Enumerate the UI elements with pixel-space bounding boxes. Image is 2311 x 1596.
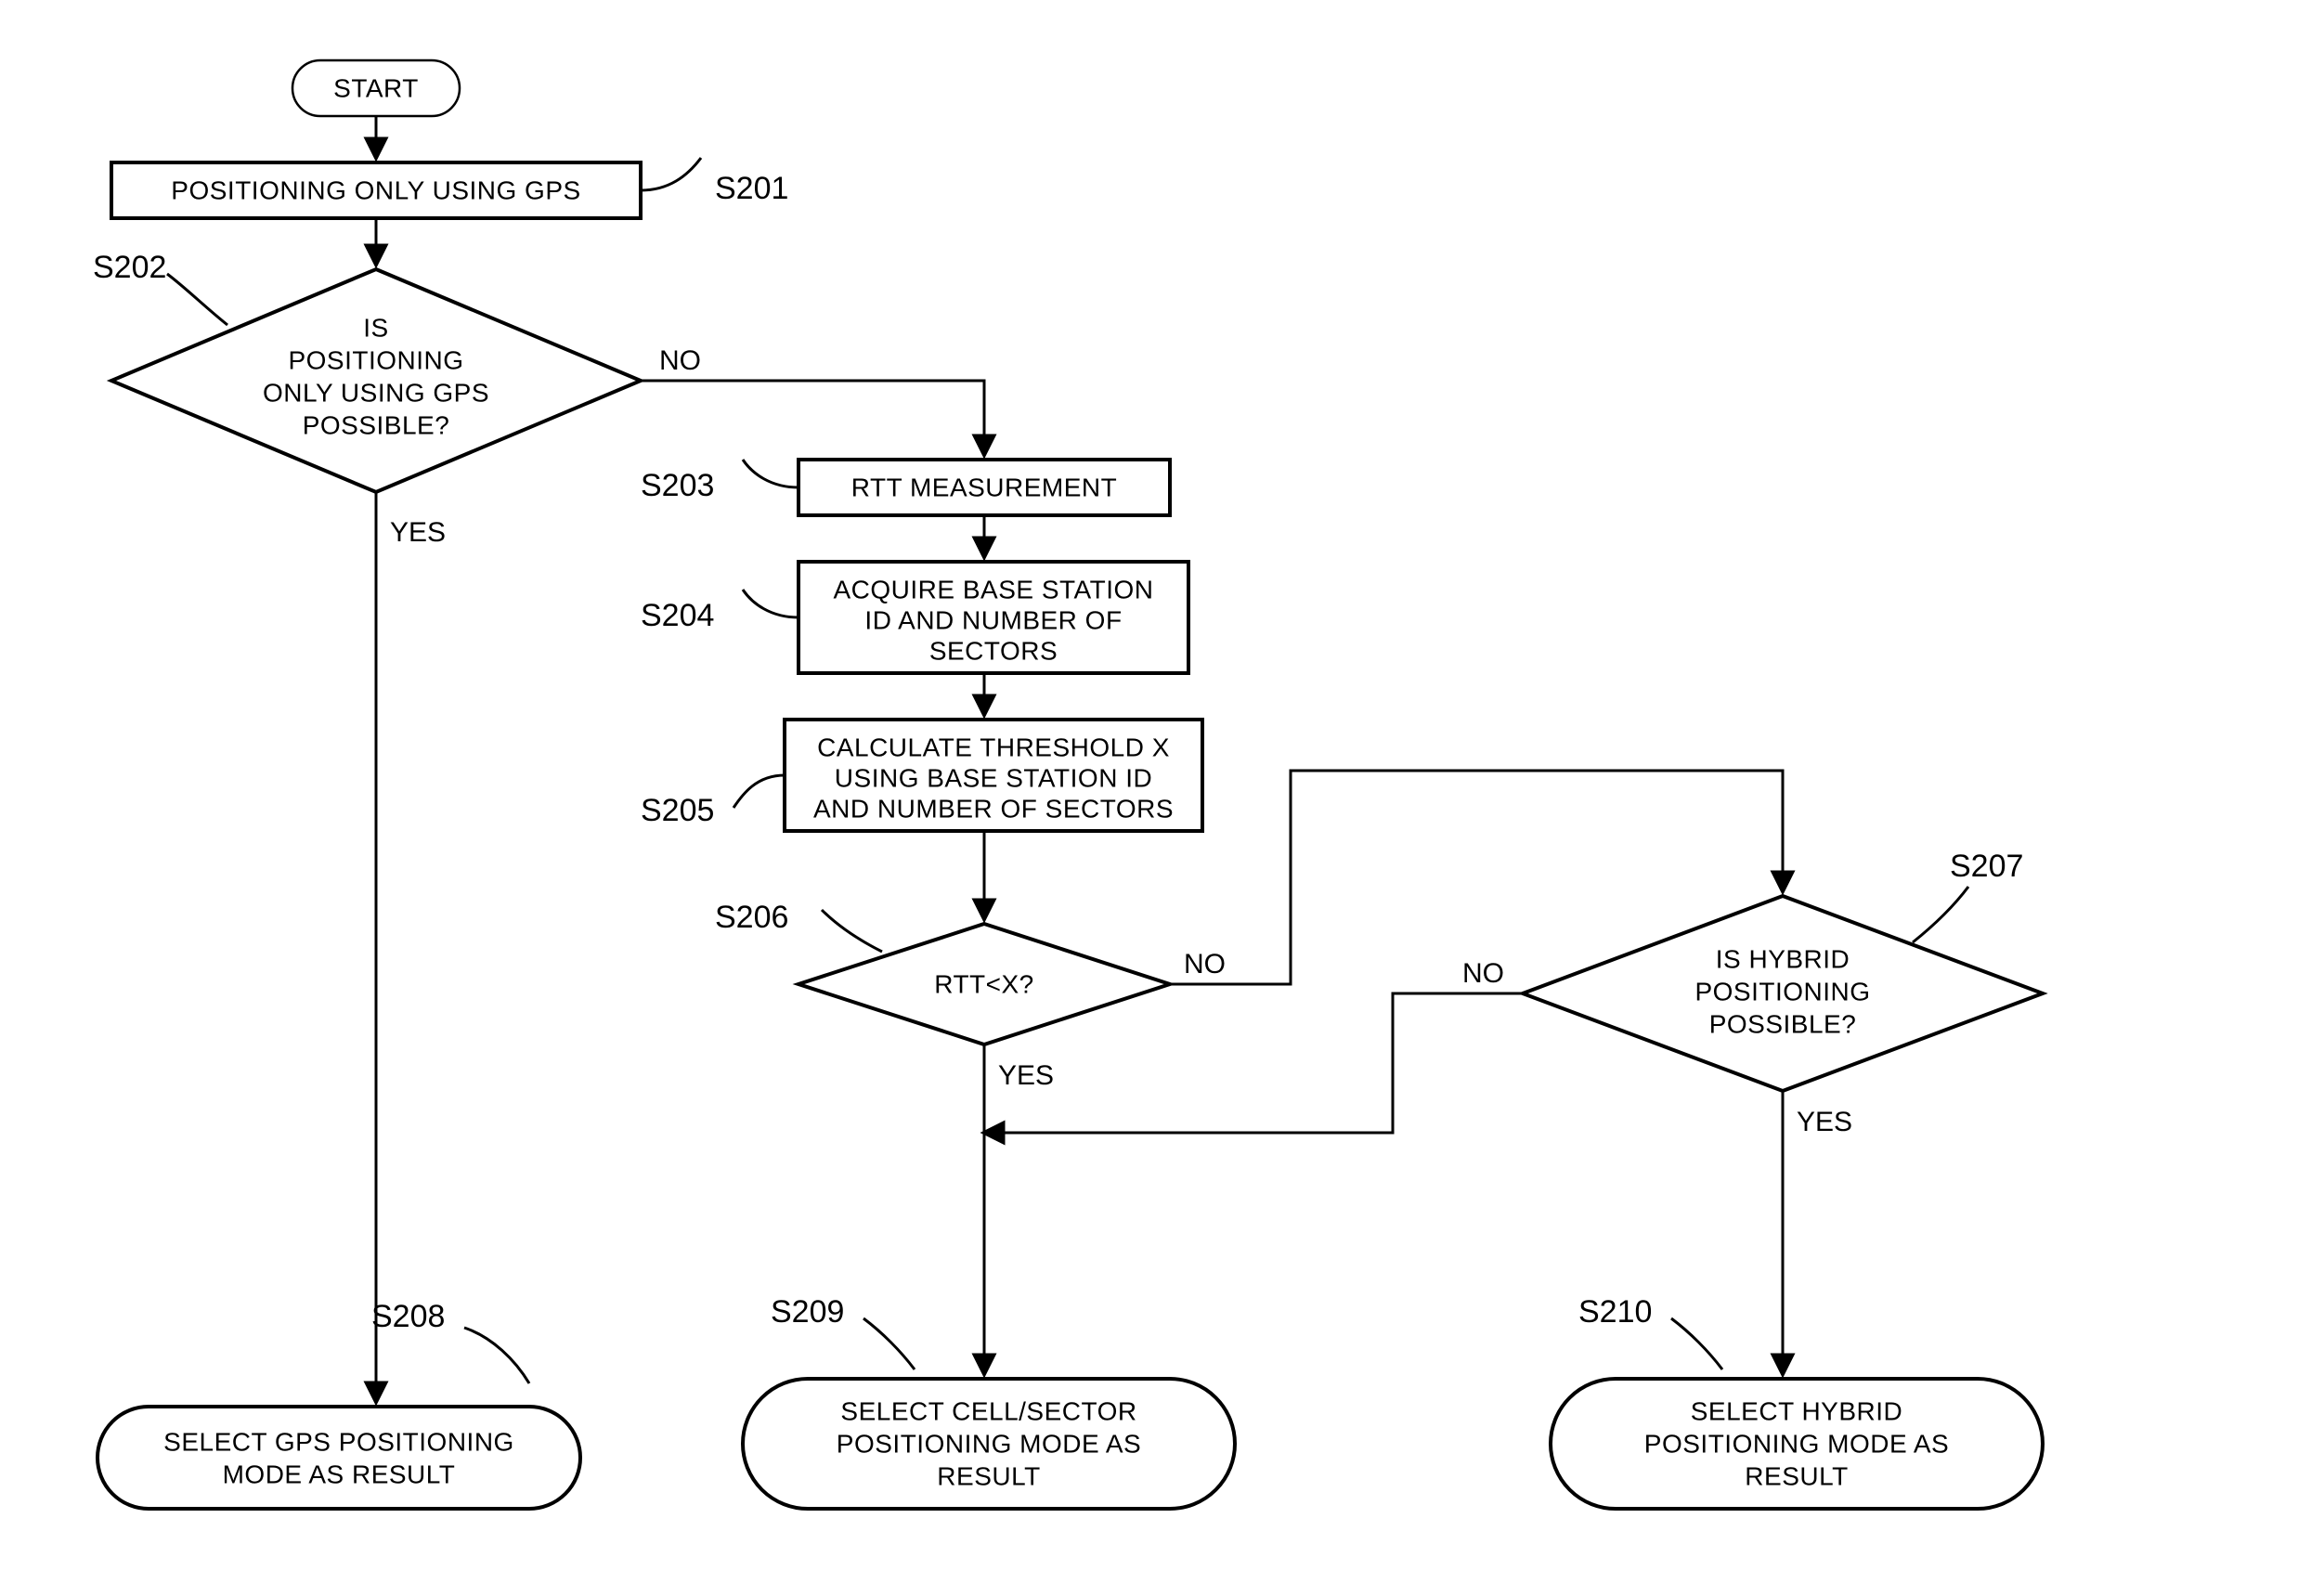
s202-l1: POSITIONING [288, 345, 463, 374]
s205-l1: USING BASE STATION ID [835, 763, 1152, 792]
start-text: START [333, 73, 419, 102]
s207-leader [1913, 887, 1968, 942]
s208-leader [464, 1328, 529, 1383]
s203-label: S203 [641, 468, 714, 503]
s203-node: RTT MEASUREMENT [798, 460, 1170, 515]
s210-node: SELECT HYBRID POSITIONING MODE AS RESULT [1551, 1379, 2043, 1509]
s208-l0: SELECT GPS POSITIONING [163, 1427, 514, 1456]
s206-leader [822, 910, 882, 952]
s204-l0: ACQUIRE BASE STATION [833, 575, 1153, 603]
s205-l0: CALCULATE THRESHOLD X [817, 733, 1170, 761]
s202-node: IS POSITIONING ONLY USING GPS POSSIBLE? [111, 269, 641, 492]
s207-l1: POSITIONING [1694, 977, 1870, 1006]
s210-l2: RESULT [1745, 1461, 1848, 1490]
s210-label: S210 [1578, 1294, 1652, 1330]
s210-leader [1671, 1318, 1722, 1369]
s209-l1: POSITIONING MODE AS [837, 1429, 1141, 1458]
s206-no-text: NO [1184, 949, 1226, 980]
s201-node: POSITIONING ONLY USING GPS [111, 162, 641, 218]
s210-l0: SELECT HYBRID [1691, 1396, 1903, 1425]
s202-l0: IS [363, 313, 388, 342]
s206-text: RTT<X? [934, 969, 1034, 998]
s209-node: SELECT CELL/SECTOR POSITIONING MODE AS R… [743, 1379, 1235, 1509]
s202-label: S202 [93, 250, 166, 285]
s202-no-text: NO [659, 345, 701, 376]
s208-l1: MODE AS RESULT [223, 1460, 456, 1488]
start-node: START [292, 60, 460, 116]
s201-text: POSITIONING ONLY USING GPS [171, 175, 580, 204]
s204-node: ACQUIRE BASE STATION ID AND NUMBER OF SE… [798, 562, 1188, 673]
edge-s202-s203 [641, 381, 984, 455]
s207-label: S207 [1950, 849, 2023, 884]
s209-l0: SELECT CELL/SECTOR [840, 1396, 1136, 1425]
s205-node: CALCULATE THRESHOLD X USING BASE STATION… [785, 720, 1202, 831]
s207-node: IS HYBRID POSITIONING POSSIBLE? [1523, 896, 2043, 1091]
s209-l2: RESULT [937, 1461, 1040, 1490]
s201-leader [641, 158, 701, 190]
s202-l3: POSSIBLE? [303, 410, 450, 439]
s208-label: S208 [371, 1299, 445, 1334]
s209-label: S209 [771, 1294, 844, 1330]
s207-yes-text: YES [1797, 1107, 1852, 1137]
s203-text: RTT MEASUREMENT [851, 473, 1118, 501]
s203-leader [743, 460, 798, 487]
s205-leader [734, 775, 785, 808]
s208-node: SELECT GPS POSITIONING MODE AS RESULT [97, 1407, 580, 1509]
s207-l0: IS HYBRID [1716, 944, 1850, 973]
s204-l2: SECTORS [929, 636, 1058, 665]
s204-l1: ID AND NUMBER OF [864, 605, 1122, 634]
s206-label: S206 [715, 900, 788, 935]
s206-yes-text: YES [998, 1060, 1054, 1091]
s202-yes-text: YES [390, 517, 446, 548]
s209-leader [863, 1318, 915, 1369]
s202-l2: ONLY USING GPS [263, 378, 489, 407]
s204-leader [743, 590, 798, 617]
flowchart: START POSITIONING ONLY USING GPS S201 IS… [0, 0, 2311, 1596]
s205-l2: AND NUMBER OF SECTORS [813, 794, 1174, 823]
s207-no-text: NO [1462, 958, 1504, 989]
s207-l2: POSSIBLE? [1709, 1009, 1857, 1038]
s204-label: S204 [641, 598, 714, 633]
s201-label: S201 [715, 171, 788, 206]
s210-l1: POSITIONING MODE AS [1644, 1429, 1949, 1458]
s202-leader [167, 274, 227, 325]
s206-node: RTT<X? [798, 924, 1170, 1045]
s205-label: S205 [641, 793, 714, 828]
